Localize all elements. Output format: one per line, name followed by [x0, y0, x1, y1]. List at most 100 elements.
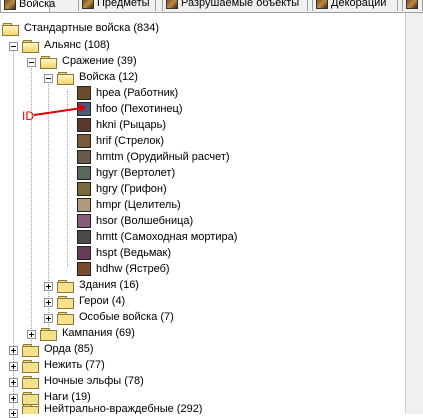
- gryphon-icon: [77, 182, 91, 196]
- tree-node-horde[interactable]: Орда (85): [22, 341, 96, 357]
- folder-icon: [57, 311, 74, 325]
- tree-node-label: Сражение (39): [62, 55, 137, 67]
- folder-icon: [22, 343, 39, 357]
- tree-guide: [13, 43, 14, 414]
- tab-more[interactable]: [402, 0, 423, 11]
- unit-row-hpea[interactable]: hpea (Работник): [77, 85, 180, 101]
- unit-label: hpea (Работник): [96, 87, 179, 99]
- collapse-icon[interactable]: [44, 74, 53, 83]
- unit-row-hrif[interactable]: hrif (Стрелок): [77, 133, 166, 149]
- tree-node-label: Здания (16): [79, 279, 139, 291]
- tree-node-heroes[interactable]: Герои (4): [57, 293, 127, 309]
- tree-node-alliance[interactable]: Альянс (108): [22, 37, 112, 53]
- folder-open-icon: [57, 71, 74, 85]
- rifleman-icon: [77, 134, 91, 148]
- tree-node-label: Альянс (108): [44, 39, 110, 51]
- tree-node-special-units[interactable]: Особые войска (7): [57, 309, 176, 325]
- vertical-scrollbar[interactable]: [405, 13, 423, 414]
- gyrocopter-icon: [77, 166, 91, 180]
- unit-label: hfoo (Пехотинец): [96, 103, 183, 115]
- priest-icon: [77, 198, 91, 212]
- folder-icon: [22, 404, 39, 414]
- folder-icon: [40, 327, 57, 341]
- folder-open-icon: [2, 22, 19, 36]
- expand-icon[interactable]: [9, 378, 18, 387]
- expand-icon[interactable]: [27, 330, 36, 339]
- unit-label: hgyr (Вертолет): [96, 167, 176, 179]
- unit-label: hmpr (Целитель): [96, 199, 181, 211]
- folder-icon: [22, 391, 39, 405]
- tab-label: Предметы: [97, 0, 150, 9]
- tab-label: Декорации: [331, 0, 387, 9]
- folder-icon: [57, 295, 74, 309]
- more-tab-icon: [406, 0, 418, 9]
- unit-row-hkni[interactable]: hkni (Рыцарь): [77, 117, 168, 133]
- tab-units[interactable]: Войска: [0, 0, 55, 12]
- items-tab-icon: [82, 0, 94, 9]
- tree-node-standard-units[interactable]: Стандартные войска (834): [2, 20, 161, 36]
- tree-node-undead[interactable]: Нежить (77): [22, 357, 107, 373]
- expand-icon[interactable]: [9, 346, 18, 355]
- tab-bar: Войска Предметы Разрушаемые объекты Деко…: [0, 0, 423, 13]
- sorceress-icon: [77, 214, 91, 228]
- tree-node-label: Войска (12): [79, 71, 138, 83]
- expand-icon[interactable]: [44, 314, 53, 323]
- tab-destructibles[interactable]: Разрушаемые объекты: [162, 0, 308, 11]
- unit-label: hkni (Рыцарь): [96, 119, 167, 131]
- tree-node-label: Нейтрально-враждебные (292): [44, 404, 203, 414]
- knight-icon: [77, 118, 91, 132]
- tree-node-melee[interactable]: Сражение (39): [40, 53, 139, 69]
- unit-label: hrif (Стрелок): [96, 135, 164, 147]
- spell-breaker-icon: [77, 246, 91, 260]
- folder-icon: [22, 359, 39, 373]
- tab-label: Разрушаемые объекты: [181, 0, 300, 9]
- destructibles-tab-icon: [166, 0, 178, 9]
- annotation-arrow-icon: [33, 104, 86, 116]
- unit-row-hfoo[interactable]: hfoo (Пехотинец): [77, 101, 185, 117]
- unit-label: hdhw (Ястреб): [96, 263, 170, 275]
- tab-doodads[interactable]: Декорации: [312, 0, 398, 11]
- tree-node-label: Орда (85): [44, 343, 94, 355]
- dragonhawk-icon: [77, 262, 91, 276]
- unit-row-hmtm[interactable]: hmtm (Орудийный расчет): [77, 149, 232, 165]
- doodads-tab-icon: [316, 0, 328, 9]
- unit-row-hspt[interactable]: hspt (Ведьмак): [77, 245, 173, 261]
- expand-icon[interactable]: [44, 282, 53, 291]
- tree-node-label: Стандартные войска (834): [24, 22, 160, 34]
- folder-icon: [22, 375, 39, 389]
- tree-node-buildings[interactable]: Здания (16): [57, 277, 141, 293]
- unit-label: hmtt (Самоходная мортира): [96, 231, 238, 243]
- collapse-icon[interactable]: [9, 42, 18, 51]
- folder-open-icon: [22, 39, 39, 53]
- tab-items[interactable]: Предметы: [78, 0, 156, 11]
- siege-engine-icon: [77, 230, 91, 244]
- units-tab-icon: [4, 0, 16, 10]
- unit-label: hspt (Ведьмак): [96, 247, 172, 259]
- tree-node-units[interactable]: Войска (12): [57, 69, 140, 85]
- unit-row-hmtt[interactable]: hmtt (Самоходная мортира): [77, 229, 239, 245]
- tree-node-label: Особые войска (7): [79, 311, 174, 323]
- tree-node-night-elves[interactable]: Ночные эльфы (78): [22, 373, 146, 389]
- tree-node-label: Наги (19): [44, 391, 91, 403]
- tree-node-label: Ночные эльфы (78): [44, 375, 144, 387]
- tree-node-label: Герои (4): [79, 295, 126, 307]
- folder-icon: [57, 279, 74, 293]
- unit-label: hsor (Волшебница): [96, 215, 194, 227]
- unit-row-hsor[interactable]: hsor (Волшебница): [77, 213, 195, 229]
- collapse-icon[interactable]: [27, 58, 36, 67]
- folder-open-icon: [40, 55, 57, 69]
- unit-row-hmpr[interactable]: hmpr (Целитель): [77, 197, 183, 213]
- unit-label: hgry (Грифон): [96, 183, 167, 195]
- expand-icon[interactable]: [9, 394, 18, 403]
- mortar-team-icon: [77, 150, 91, 164]
- expand-icon[interactable]: [44, 298, 53, 307]
- tree-node-label: Кампания (69): [62, 327, 135, 339]
- unit-row-hgry[interactable]: hgry (Грифон): [77, 181, 169, 197]
- tree-node-neutral-hostile[interactable]: Нейтрально-враждебные (292): [22, 404, 204, 414]
- expand-icon[interactable]: [9, 362, 18, 371]
- tree-node-campaign[interactable]: Кампания (69): [40, 325, 137, 341]
- unit-row-hdhw[interactable]: hdhw (Ястреб): [77, 261, 172, 277]
- tree-node-naga[interactable]: Наги (19): [22, 389, 93, 405]
- unit-row-hgyr[interactable]: hgyr (Вертолет): [77, 165, 177, 181]
- tree-node-label: Нежить (77): [44, 359, 105, 371]
